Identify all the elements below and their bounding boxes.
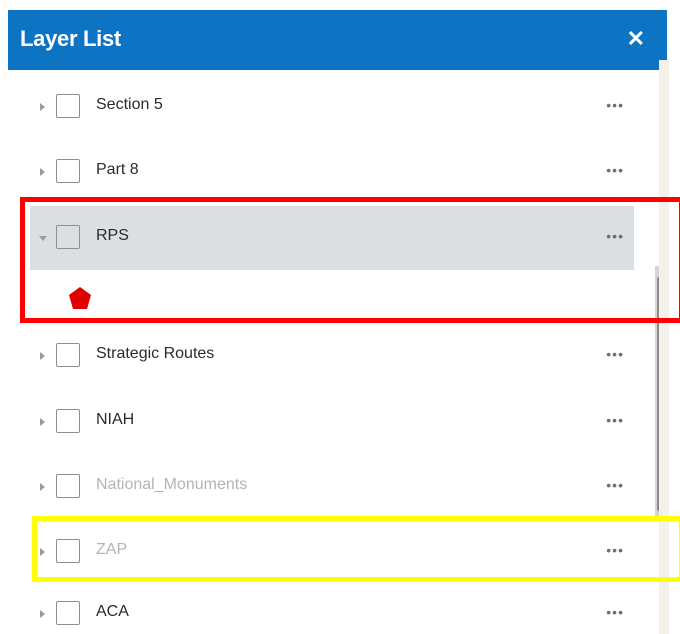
layer-checkbox[interactable] — [56, 539, 80, 563]
more-options-icon[interactable]: ••• — [606, 542, 624, 558]
more-options-icon[interactable]: ••• — [606, 228, 624, 244]
more-options-icon[interactable]: ••• — [606, 162, 624, 178]
layer-row-national-monuments[interactable]: National_Monuments ••• — [30, 455, 634, 519]
expand-arrow-icon[interactable] — [40, 168, 45, 176]
close-icon[interactable]: ✕ — [627, 28, 645, 50]
layer-list: Section 5 ••• Part 8 ••• RPS ••• Strateg… — [8, 70, 667, 634]
layer-row-part-8[interactable]: Part 8 ••• — [30, 140, 634, 204]
more-options-icon[interactable]: ••• — [606, 604, 624, 620]
layer-row-strategic-routes[interactable]: Strategic Routes ••• — [30, 324, 634, 388]
layer-checkbox[interactable] — [56, 94, 80, 118]
layer-label: Section 5 — [96, 96, 163, 113]
expand-arrow-icon[interactable] — [40, 483, 45, 491]
red-pentagon-icon — [69, 287, 91, 309]
layer-row-aca[interactable]: ACA ••• — [30, 582, 634, 634]
layer-row-niah[interactable]: NIAH ••• — [30, 390, 634, 454]
layer-checkbox[interactable] — [56, 159, 80, 183]
layer-label: Strategic Routes — [96, 345, 215, 362]
layer-label: ACA — [96, 603, 129, 620]
layer-checkbox[interactable] — [56, 343, 80, 367]
layer-checkbox[interactable] — [56, 225, 80, 249]
layer-label: ZAP — [96, 541, 128, 558]
layer-legend-rps — [30, 270, 634, 328]
layer-row-section-5[interactable]: Section 5 ••• — [30, 75, 634, 139]
more-options-icon[interactable]: ••• — [606, 412, 624, 428]
expand-arrow-icon[interactable] — [40, 610, 45, 618]
more-options-icon[interactable]: ••• — [606, 477, 624, 493]
expand-arrow-icon[interactable] — [40, 548, 45, 556]
map-edge — [659, 60, 669, 634]
expand-arrow-icon[interactable] — [40, 103, 45, 111]
layer-checkbox[interactable] — [56, 474, 80, 498]
layer-label: RPS — [96, 227, 129, 244]
expand-arrow-icon[interactable] — [40, 352, 45, 360]
layer-list-panel: Layer List ✕ Section 5 ••• Part 8 ••• RP… — [8, 10, 667, 634]
title-bar: Layer List ✕ — [8, 10, 667, 70]
collapse-arrow-icon[interactable] — [39, 236, 47, 241]
more-options-icon[interactable]: ••• — [606, 97, 624, 113]
expand-arrow-icon[interactable] — [40, 418, 45, 426]
layer-row-zap[interactable]: ZAP ••• — [30, 520, 634, 584]
layer-checkbox[interactable] — [56, 601, 80, 625]
layer-label: National_Monuments — [96, 476, 248, 493]
more-options-icon[interactable]: ••• — [606, 346, 624, 362]
layer-label: NIAH — [96, 411, 135, 428]
panel-title: Layer List — [20, 26, 121, 51]
layer-checkbox[interactable] — [56, 409, 80, 433]
layer-row-rps[interactable]: RPS ••• — [30, 206, 634, 270]
layer-label: Part 8 — [96, 161, 139, 178]
